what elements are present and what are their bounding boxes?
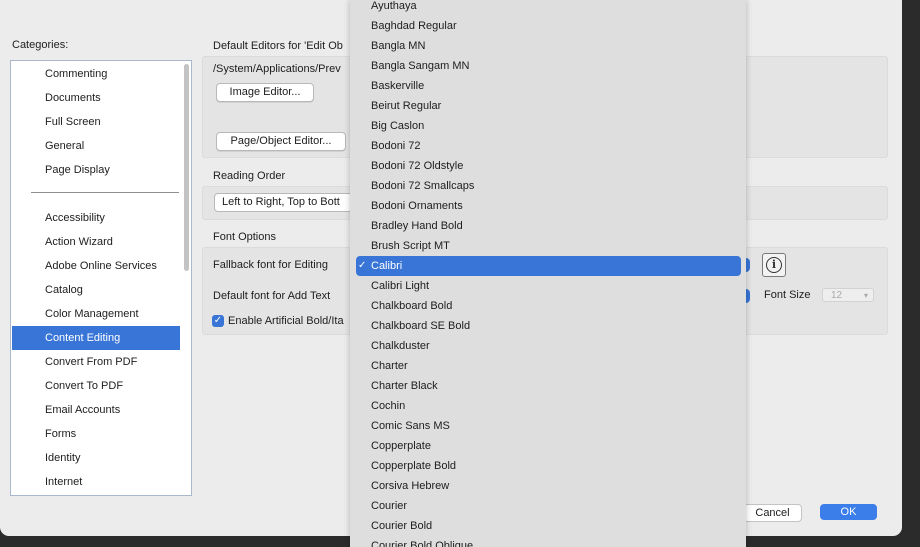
font-option[interactable]: Copperplate	[356, 436, 741, 456]
font-size-label: Font Size	[764, 289, 811, 301]
category-item[interactable]: Identity	[12, 446, 180, 470]
font-option-label: Corsiva Hebrew	[371, 480, 450, 492]
font-option[interactable]: Courier Bold Oblique	[356, 536, 741, 547]
font-option-label: Courier	[371, 500, 408, 512]
font-option-label: Ayuthaya	[371, 0, 417, 12]
info-button[interactable]: i	[762, 253, 786, 277]
font-option-label: Chalkboard SE Bold	[371, 320, 471, 332]
fallback-font-label: Fallback font for Editing	[213, 259, 328, 271]
font-option[interactable]: Chalkduster	[356, 336, 741, 356]
font-option[interactable]: Big Caslon	[356, 116, 741, 136]
font-option-label: Bodoni 72 Oldstyle	[371, 160, 464, 172]
font-option[interactable]: Charter	[356, 356, 741, 376]
info-icon: i	[766, 257, 782, 273]
font-option[interactable]: Chalkboard SE Bold	[356, 316, 741, 336]
font-option-label: Chalkduster	[371, 340, 430, 352]
font-option[interactable]: Bangla Sangam MN	[356, 56, 741, 76]
font-option-label: Comic Sans MS	[371, 420, 450, 432]
font-size-value: 12	[831, 290, 843, 301]
artificial-bold-label: Enable Artificial Bold/Ita	[228, 315, 344, 327]
category-item[interactable]: Documents	[12, 86, 180, 110]
font-option[interactable]: Baskerville	[356, 76, 741, 96]
categories-label: Categories:	[12, 39, 69, 51]
font-option[interactable]: ✓ Calibri	[356, 256, 741, 276]
font-option[interactable]: Ayuthaya	[356, 0, 741, 16]
font-options-title: Font Options	[213, 231, 276, 243]
artificial-bold-checkbox[interactable]: ✓	[212, 315, 224, 327]
font-option[interactable]: Courier Bold	[356, 516, 741, 536]
font-option-label: Bangla Sangam MN	[371, 60, 470, 72]
font-option-label: Calibri	[371, 260, 403, 272]
font-option-label: Courier Bold Oblique	[371, 540, 474, 547]
font-option-label: Copperplate	[371, 440, 431, 452]
font-option[interactable]: Bangla MN	[356, 36, 741, 56]
font-option[interactable]: Bodoni 72 Smallcaps	[356, 176, 741, 196]
font-option[interactable]: Bradley Hand Bold	[356, 216, 741, 236]
font-option[interactable]: Cochin	[356, 396, 741, 416]
font-option[interactable]: Bodoni 72 Oldstyle	[356, 156, 741, 176]
category-item[interactable]: Commenting	[12, 62, 180, 86]
category-item[interactable]: Content Editing	[12, 326, 180, 350]
font-option-label: Beirut Regular	[371, 100, 442, 112]
font-option-label: Chalkboard Bold	[371, 300, 453, 312]
font-option[interactable]: Brush Script MT	[356, 236, 741, 256]
category-item[interactable]: Action Wizard	[12, 230, 180, 254]
cancel-button[interactable]: Cancel	[743, 504, 802, 522]
font-size-select[interactable]: 12 ▾	[822, 288, 874, 302]
font-option[interactable]: Bodoni 72	[356, 136, 741, 156]
category-item[interactable]: Forms	[12, 422, 180, 446]
reading-order-title: Reading Order	[213, 170, 286, 182]
font-option-label: Cochin	[371, 400, 406, 412]
ok-button[interactable]: OK	[820, 504, 877, 520]
font-option[interactable]: Chalkboard Bold	[356, 296, 741, 316]
category-item[interactable]: Convert To PDF	[12, 374, 180, 398]
category-item[interactable]: General	[12, 134, 180, 158]
default-font-label: Default font for Add Text	[213, 290, 331, 302]
chevron-down-icon: ▾	[863, 291, 868, 300]
font-option[interactable]: Calibri Light	[356, 276, 741, 296]
font-option-label: Baskerville	[371, 80, 425, 92]
page-object-editor-button[interactable]: Page/Object Editor...	[216, 132, 346, 151]
categories-scrollbar[interactable]	[184, 64, 189, 271]
font-option-label: Courier Bold	[371, 520, 433, 532]
font-option[interactable]: Corsiva Hebrew	[356, 476, 741, 496]
font-option-label: Bangla MN	[371, 40, 426, 52]
font-option-label: Charter	[371, 360, 408, 372]
font-option-label: Big Caslon	[371, 120, 425, 132]
editor-path: /System/Applications/Prev	[213, 63, 341, 75]
font-option[interactable]: Baghdad Regular	[356, 16, 741, 36]
category-item[interactable]: Accessibility	[12, 206, 180, 230]
font-option[interactable]: Beirut Regular	[356, 96, 741, 116]
font-option-label: Bradley Hand Bold	[371, 220, 463, 232]
font-option-label: Calibri Light	[371, 280, 430, 292]
font-option-label: Bodoni 72	[371, 140, 421, 152]
default-editors-title: Default Editors for 'Edit Ob	[213, 40, 343, 52]
category-item[interactable]: Convert From PDF	[12, 350, 180, 374]
category-item[interactable]: Internet	[12, 470, 180, 494]
category-item[interactable]: Full Screen	[12, 110, 180, 134]
font-option[interactable]: Copperplate Bold	[356, 456, 741, 476]
category-item[interactable]: Color Management	[12, 302, 180, 326]
image-editor-button[interactable]: Image Editor...	[216, 83, 314, 102]
font-option[interactable]: Courier	[356, 496, 741, 516]
font-option-label: Copperplate Bold	[371, 460, 457, 472]
font-option-label: Bodoni 72 Smallcaps	[371, 180, 475, 192]
checkmark-icon: ✓	[358, 260, 367, 271]
font-option-label: Baghdad Regular	[371, 20, 457, 32]
reading-order-select[interactable]: Left to Right, Top to Bott	[214, 193, 353, 212]
font-option[interactable]: Bodoni Ornaments	[356, 196, 741, 216]
font-dropdown-menu[interactable]: Ayuthaya Baghdad Regular Bangla MN Bangla S…	[350, 0, 746, 547]
category-item[interactable]: Catalog	[12, 278, 180, 302]
font-option-label: Bodoni Ornaments	[371, 200, 463, 212]
category-item[interactable]: Adobe Online Services	[12, 254, 180, 278]
categories-divider	[31, 192, 179, 193]
font-option-label: Charter Black	[371, 380, 438, 392]
font-option[interactable]: Comic Sans MS	[356, 416, 741, 436]
category-item[interactable]: Page Display	[12, 158, 180, 182]
category-item[interactable]: Email Accounts	[12, 398, 180, 422]
categories-list[interactable]: Commenting Documents Full Screen General Pag…	[10, 60, 192, 496]
font-option-label: Brush Script MT	[371, 240, 450, 252]
font-option[interactable]: Charter Black	[356, 376, 741, 396]
